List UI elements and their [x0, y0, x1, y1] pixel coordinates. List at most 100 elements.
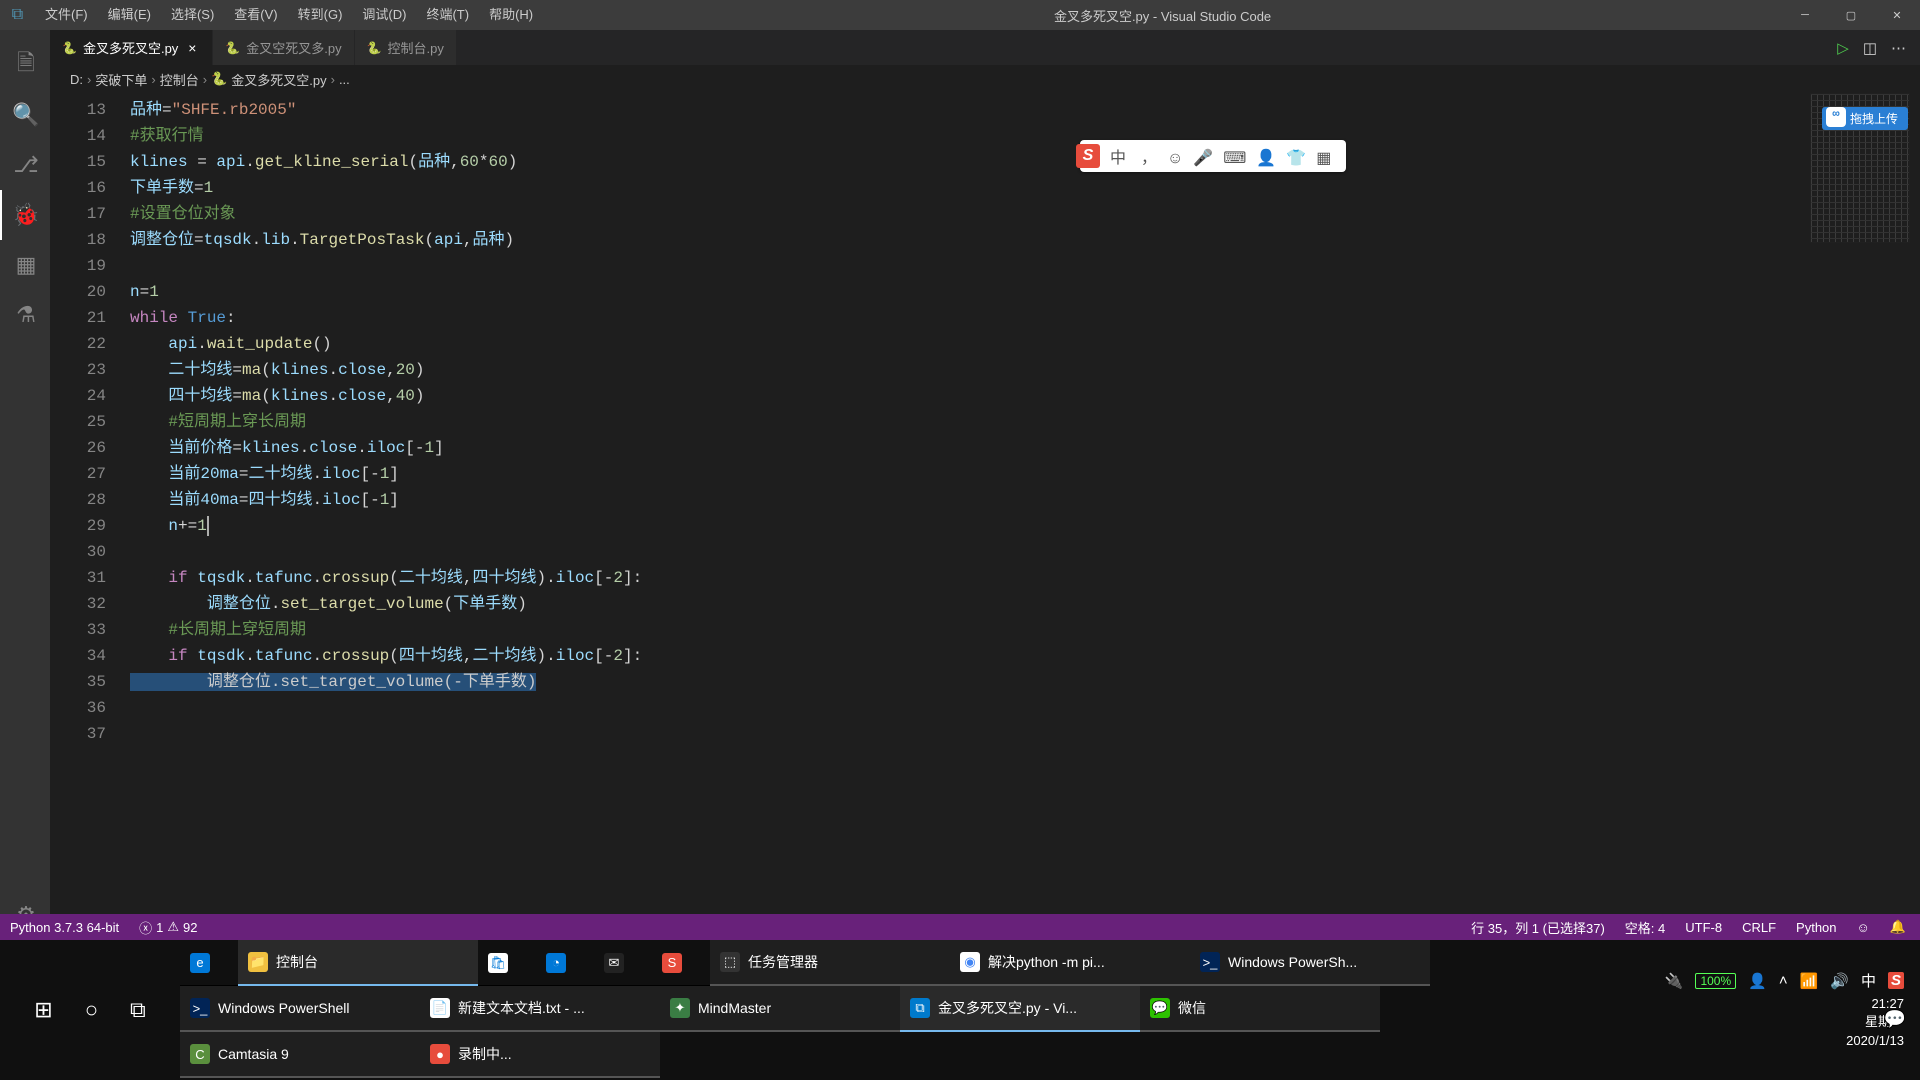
editor-tab[interactable]: 🐍金叉多死叉空.py× [50, 30, 213, 65]
title-bar: ⧉ 文件(F)编辑(E)选择(S)查看(V)转到(G)调试(D)终端(T)帮助(… [0, 0, 1920, 30]
taskbar-item-label: 金叉多死叉空.py - Vi... [938, 998, 1077, 1018]
extensions-icon[interactable]: ▦ [0, 240, 50, 290]
python-file-icon: 🐍 [211, 71, 227, 87]
ime-tool-icon[interactable]: 🎤 [1193, 150, 1213, 167]
status-indentation[interactable]: 空格: 4 [1615, 918, 1675, 937]
sogou-tray-icon[interactable]: S [1888, 972, 1904, 989]
taskbar-item[interactable]: ✉ [594, 940, 652, 986]
status-cursor-position[interactable]: 行 35，列 1 (已选择37) [1461, 918, 1615, 937]
tab-label: 控制台.py [388, 38, 444, 57]
status-eol[interactable]: CRLF [1732, 920, 1786, 935]
start-button[interactable]: ⊞ [18, 997, 68, 1023]
app-icon: >_ [190, 998, 210, 1018]
app-icon: ✉ [604, 953, 624, 973]
app-icon: 🛍 [488, 953, 508, 973]
app-icon: C [190, 1044, 210, 1064]
taskbar-item[interactable]: 🛍 [478, 940, 536, 986]
breadcrumb-item[interactable]: 控制台 [160, 70, 199, 89]
ime-tool-icon[interactable]: ⌨ [1223, 150, 1246, 167]
run-button[interactable]: ▷ [1837, 39, 1849, 57]
ime-tool-icon[interactable]: 👤 [1256, 150, 1276, 167]
more-actions-icon[interactable]: ⋯ [1891, 39, 1906, 57]
system-tray[interactable]: 🔌 100% 👤 ˄ 📶 🔊 中 S [1665, 970, 1904, 991]
tab-label: 金叉多死叉空.py [83, 38, 178, 57]
ime-tool-icon[interactable]: ☺ [1167, 150, 1183, 167]
app-icon: 💬 [1150, 998, 1170, 1018]
code-content[interactable]: 品种="SHFE.rb2005"#获取行情klines = api.get_kl… [130, 93, 1920, 940]
split-editor-icon[interactable]: ◫ [1863, 39, 1877, 57]
maximize-button[interactable]: ▢ [1828, 0, 1874, 30]
python-file-icon: 🐍 [367, 41, 382, 55]
status-python-version[interactable]: Python 3.7.3 64-bit [0, 920, 129, 935]
search-icon[interactable]: 🔍 [0, 90, 50, 140]
upload-widget[interactable]: 拖拽上传 [1822, 107, 1908, 130]
ime-tool-icon[interactable]: 👕 [1286, 150, 1306, 167]
ime-tool-icon[interactable]: ▦ [1316, 150, 1331, 167]
tray-chevron-up-icon[interactable]: ˄ [1779, 972, 1788, 989]
cortana-icon[interactable]: ○ [69, 997, 114, 1023]
debug-icon[interactable]: 🐞 [0, 190, 50, 240]
status-problems[interactable]: ⓧ1 ⚠92 [129, 918, 207, 937]
ime-toolbar[interactable]: S 中 ，☺🎤⌨👤👕▦ [1080, 140, 1346, 172]
app-icon: ◉ [960, 952, 980, 972]
status-notifications-icon[interactable]: 🔔 [1880, 919, 1920, 935]
breadcrumb-item[interactable]: ... [339, 72, 350, 87]
task-view-icon[interactable]: ⧉ [114, 997, 162, 1023]
taskbar-item[interactable]: ◉解决python -m pi... [950, 940, 1190, 986]
editor-tab[interactable]: 🐍金叉空死叉多.py [213, 30, 354, 65]
breadcrumb-item[interactable]: D: [70, 72, 83, 87]
menu-item[interactable]: 调试(D) [352, 0, 416, 30]
taskbar-item-label: MindMaster [698, 1000, 771, 1016]
taskbar-item[interactable]: S [652, 940, 710, 986]
minimize-button[interactable]: ─ [1782, 0, 1828, 30]
breadcrumb-item[interactable]: 突破下单 [95, 70, 147, 89]
battery-indicator[interactable]: 100% [1695, 973, 1736, 989]
taskbar-item[interactable]: ✦MindMaster [660, 986, 900, 1032]
taskbar-item[interactable]: ⬚任务管理器 [710, 940, 950, 986]
taskbar-item[interactable]: e [180, 940, 238, 986]
windows-taskbar: ⊞ ○ ⧉ e📁控制台🛍◔✉S⬚任务管理器◉解决python -m pi...>… [0, 940, 1920, 1080]
wifi-icon[interactable]: 📶 [1800, 972, 1819, 990]
menu-item[interactable]: 编辑(E) [98, 0, 161, 30]
ime-indicator[interactable]: 中 [1861, 970, 1876, 991]
people-icon[interactable]: 👤 [1748, 972, 1767, 990]
status-feedback-icon[interactable]: ☺ [1847, 920, 1880, 935]
menu-item[interactable]: 选择(S) [161, 0, 224, 30]
close-button[interactable]: ✕ [1874, 0, 1920, 30]
taskbar-item[interactable]: 💬 微信 [1140, 986, 1380, 1032]
ime-tool-icon[interactable]: ， [1141, 150, 1157, 167]
menu-item[interactable]: 终端(T) [416, 0, 479, 30]
source-control-icon[interactable]: ⎇ [0, 140, 50, 190]
power-plug-icon[interactable]: 🔌 [1665, 972, 1684, 990]
ime-lang-toggle[interactable]: 中 [1110, 144, 1126, 168]
app-icon: >_ [1200, 952, 1220, 972]
menu-item[interactable]: 文件(F) [35, 0, 98, 30]
menu-item[interactable]: 帮助(H) [479, 0, 543, 30]
taskbar-item-label: 微信 [1178, 998, 1206, 1018]
taskbar-item[interactable]: 📁控制台 [238, 940, 478, 986]
taskbar-item[interactable]: ●录制中... [420, 1032, 660, 1078]
taskbar-item[interactable]: >_Windows PowerSh... [1190, 940, 1430, 986]
code-editor[interactable]: 1314151617181920212223242526272829303132… [50, 93, 1920, 940]
taskbar-item[interactable]: ◔ [536, 940, 594, 986]
editor-tabs: 🐍金叉多死叉空.py×🐍金叉空死叉多.py🐍控制台.py [50, 30, 1920, 65]
app-icon: 📁 [248, 952, 268, 972]
testing-icon[interactable]: ⚗ [0, 290, 50, 340]
explorer-icon[interactable]: 🗎 [0, 40, 50, 90]
python-file-icon: 🐍 [225, 41, 240, 55]
breadcrumb[interactable]: D:›突破下单›控制台›🐍 金叉多死叉空.py›... [50, 65, 1920, 93]
menu-item[interactable]: 转到(G) [288, 0, 353, 30]
taskbar-item[interactable]: 📄新建文本文档.txt - ... [420, 986, 660, 1032]
taskbar-item[interactable]: >_Windows PowerShell [180, 986, 420, 1032]
editor-tab[interactable]: 🐍 控制台.py [355, 30, 457, 65]
tab-close-icon[interactable]: × [184, 40, 200, 56]
status-encoding[interactable]: UTF-8 [1675, 920, 1732, 935]
action-center-icon[interactable]: 💬 [1884, 1009, 1906, 1030]
taskbar-item[interactable]: ⧉金叉多死叉空.py - Vi... [900, 986, 1140, 1032]
breadcrumb-separator-icon: › [87, 72, 91, 87]
status-language[interactable]: Python [1786, 920, 1846, 935]
volume-icon[interactable]: 🔊 [1830, 972, 1849, 990]
taskbar-item[interactable]: CCamtasia 9 [180, 1032, 420, 1078]
menu-item[interactable]: 查看(V) [224, 0, 287, 30]
breadcrumb-item[interactable]: 金叉多死叉空.py [231, 70, 326, 89]
